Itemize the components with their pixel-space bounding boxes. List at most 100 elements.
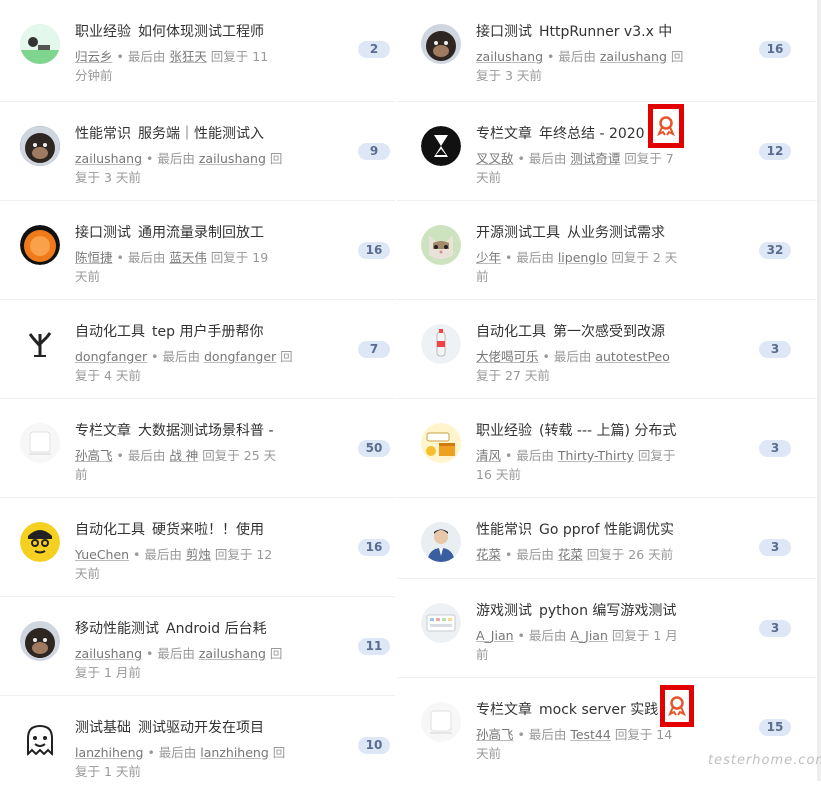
award-highlight[interactable] [660, 685, 694, 727]
reply-count-badge[interactable]: 16 [759, 41, 791, 58]
topic-title[interactable]: 性能常识 服务端｜性能测试入 [75, 124, 264, 144]
node-label[interactable]: 性能常识 [476, 522, 532, 538]
topic-row[interactable]: 测试基础 测试驱动开发在项目 lanzhiheng • 最后由 lanzhihen… [0, 696, 395, 795]
last-reply-user-link[interactable]: dongfanger [204, 349, 276, 364]
reply-count-badge[interactable]: 11 [358, 638, 390, 655]
node-label[interactable]: 专栏文章 [476, 126, 532, 142]
author-link[interactable]: 叉叉敌 [476, 151, 514, 166]
topic-row[interactable]: 职业经验 如何体现测试工程师 归云乡 • 最后由 张狂天 回复于 11 分钟前 2 [0, 0, 395, 102]
avatar[interactable] [421, 423, 461, 463]
topic-row[interactable]: 接口测试 通用流量录制回放工 陈恒捷 • 最后由 蓝天伟 回复于 19 天前 16 [0, 201, 395, 300]
avatar[interactable] [421, 603, 461, 643]
avatar[interactable] [20, 225, 60, 265]
topic-title[interactable]: 自动化工具 tep 用户手册帮你 [75, 322, 263, 342]
author-link[interactable]: dongfanger [75, 349, 147, 364]
avatar[interactable] [20, 720, 60, 760]
node-label[interactable]: 接口测试 [75, 225, 131, 241]
avatar[interactable] [20, 324, 60, 364]
topic-title[interactable]: 移动性能测试 Android 后台耗 [75, 619, 267, 639]
node-label[interactable]: 接口测试 [476, 24, 532, 40]
topic-row[interactable]: 专栏文章 年终总结 - 2020 叉叉敌 • 最后由 测试奇谭 回复于 7 天前 1… [397, 102, 817, 201]
last-reply-user-link[interactable]: autotestPeo [595, 349, 670, 364]
topic-title[interactable]: 开源测试工具 从业务测试需求 [476, 223, 665, 243]
topic-row[interactable]: 性能常识 服务端｜性能测试入 zailushang • 最后由 zailushan… [0, 102, 395, 201]
last-reply-user-link[interactable]: zailushang [199, 151, 266, 166]
author-link[interactable]: A_Jian [476, 628, 514, 643]
topic-row[interactable]: 自动化工具 第一次感受到改源 大佬喝可乐 • 最后由 autotestPeo 复于 … [397, 300, 817, 399]
node-label[interactable]: 自动化工具 [75, 324, 145, 340]
reply-count-badge[interactable]: 32 [759, 242, 791, 259]
topic-row[interactable]: 职业经验 (转载 --- 上篇) 分布式 清风 • 最后由 Thirty-Thir… [397, 399, 817, 498]
author-link[interactable]: 少年 [476, 250, 501, 265]
reply-count-badge[interactable]: 15 [759, 719, 791, 736]
reply-count-badge[interactable]: 10 [358, 737, 390, 754]
topic-row[interactable]: 移动性能测试 Android 后台耗 zailushang • 最后由 zailu… [0, 597, 395, 696]
author-link[interactable]: 大佬喝可乐 [476, 349, 539, 364]
avatar[interactable] [421, 702, 461, 742]
avatar[interactable] [20, 423, 60, 463]
topic-title[interactable]: 性能常识 Go pprof 性能调优实 [476, 520, 674, 540]
topic-row[interactable]: 专栏文章 大数据测试场景科普 - 孙高飞 • 最后由 战 神 回复于 25 天前 … [0, 399, 395, 498]
reply-count-badge[interactable]: 7 [358, 341, 390, 358]
topic-title[interactable]: 游戏测试 python 编写游戏测试 [476, 601, 676, 621]
node-label[interactable]: 自动化工具 [476, 324, 546, 340]
avatar[interactable] [20, 621, 60, 661]
last-reply-user-link[interactable]: 花菜 [558, 547, 583, 562]
author-link[interactable]: 孙高飞 [476, 727, 514, 742]
author-link[interactable]: zailushang [476, 49, 543, 64]
topic-row[interactable]: 开源测试工具 从业务测试需求 少年 • 最后由 lipenglo 回复于 2 天前… [397, 201, 817, 300]
reply-count-badge[interactable]: 16 [358, 539, 390, 556]
last-reply-user-link[interactable]: lipenglo [558, 250, 608, 265]
topic-row[interactable]: 接口测试 HttpRunner v3.x 中 zailushang • 最后由 z… [397, 0, 817, 102]
author-link[interactable]: 归云乡 [75, 49, 113, 64]
author-link[interactable]: 清风 [476, 448, 501, 463]
last-reply-user-link[interactable]: zailushang [600, 49, 667, 64]
node-label[interactable]: 职业经验 [75, 24, 131, 40]
avatar[interactable] [20, 126, 60, 166]
author-link[interactable]: 花菜 [476, 547, 501, 562]
author-link[interactable]: lanzhiheng [75, 745, 143, 760]
reply-count-badge[interactable]: 2 [358, 41, 390, 58]
topic-title[interactable]: 职业经验 (转载 --- 上篇) 分布式 [476, 421, 676, 441]
avatar[interactable] [421, 126, 461, 166]
avatar[interactable] [421, 324, 461, 364]
node-label[interactable]: 自动化工具 [75, 522, 145, 538]
reply-count-badge[interactable]: 50 [358, 440, 390, 457]
author-link[interactable]: 孙高飞 [75, 448, 113, 463]
award-highlight[interactable] [648, 104, 684, 148]
author-link[interactable]: zailushang [75, 646, 142, 661]
reply-count-badge[interactable]: 3 [759, 341, 791, 358]
avatar[interactable] [421, 225, 461, 265]
last-reply-user-link[interactable]: 战 神 [169, 448, 198, 463]
last-reply-user-link[interactable]: lanzhiheng [200, 745, 268, 760]
author-link[interactable]: YueChen [75, 547, 129, 562]
last-reply-user-link[interactable]: 张狂天 [169, 49, 207, 64]
node-label[interactable]: 开源测试工具 [476, 225, 560, 241]
node-label[interactable]: 游戏测试 [476, 603, 532, 619]
topic-title[interactable]: 自动化工具 第一次感受到改源 [476, 322, 665, 342]
node-label[interactable]: 职业经验 [476, 423, 532, 439]
reply-count-badge[interactable]: 3 [759, 539, 791, 556]
scrollbar[interactable] [817, 0, 821, 781]
topic-title[interactable]: 专栏文章 大数据测试场景科普 - [75, 421, 274, 441]
last-reply-user-link[interactable]: zailushang [199, 646, 266, 661]
topic-title[interactable]: 职业经验 如何体现测试工程师 [75, 22, 264, 42]
avatar[interactable] [421, 522, 461, 562]
node-label[interactable]: 专栏文章 [75, 423, 131, 439]
node-label[interactable]: 移动性能测试 [75, 621, 159, 637]
node-label[interactable]: 性能常识 [75, 126, 131, 142]
topic-row[interactable]: 自动化工具 tep 用户手册帮你 dongfanger • 最后由 dongfan… [0, 300, 395, 399]
topic-title[interactable]: 测试基础 测试驱动开发在项目 [75, 718, 264, 738]
last-reply-user-link[interactable]: A_Jian [570, 628, 608, 643]
reply-count-badge[interactable]: 3 [759, 620, 791, 637]
last-reply-user-link[interactable]: 蓝天伟 [169, 250, 207, 265]
topic-title[interactable]: 接口测试 通用流量录制回放工 [75, 223, 264, 243]
last-reply-user-link[interactable]: 测试奇谭 [570, 151, 620, 166]
node-label[interactable]: 测试基础 [75, 720, 131, 736]
topic-title[interactable]: 接口测试 HttpRunner v3.x 中 [476, 22, 672, 42]
reply-count-badge[interactable]: 3 [759, 440, 791, 457]
topic-row[interactable]: 游戏测试 python 编写游戏测试 A_Jian • 最后由 A_Jian 回复… [397, 579, 817, 678]
last-reply-user-link[interactable]: 剪烛 [186, 547, 211, 562]
topic-row[interactable]: 性能常识 Go pprof 性能调优实 花菜 • 最后由 花菜 回复于 26 天前… [397, 498, 817, 579]
avatar[interactable] [421, 24, 461, 64]
